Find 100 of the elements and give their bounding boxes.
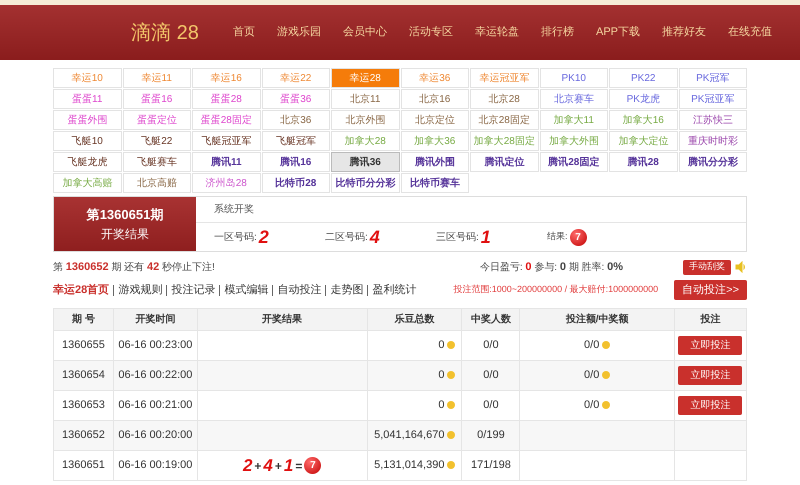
game-tab[interactable]: 蛋蛋外围	[53, 110, 122, 130]
game-tab[interactable]: 飞艇22	[122, 131, 191, 151]
game-tab[interactable]: PK22	[609, 68, 678, 88]
game-tab[interactable]: 腾讯28	[609, 152, 678, 172]
issue-title: 第1360651期	[86, 206, 164, 224]
nav-link[interactable]: 游戏规则	[118, 282, 162, 298]
bet-amount: 0/0	[584, 399, 600, 412]
coin-icon	[447, 371, 456, 380]
countdown-text: 第 1360652 期 还有 42 秒停止下注!	[53, 260, 215, 275]
column-header: 开奖结果	[197, 308, 368, 330]
nav-link[interactable]: 自动投注	[277, 282, 322, 298]
nav-link[interactable]: 首页	[222, 24, 266, 41]
game-tab[interactable]: 重庆时时彩	[678, 131, 747, 151]
game-tab[interactable]: 蛋蛋28固定	[192, 110, 260, 130]
game-tab[interactable]: 腾讯定位	[470, 152, 538, 172]
nav-link[interactable]: 投注记录	[171, 282, 216, 298]
coin-icon	[602, 401, 610, 410]
game-tab[interactable]: 腾讯36	[331, 152, 400, 172]
game-tab[interactable]: 腾讯外围	[400, 152, 469, 172]
game-tab[interactable]: 北京28固定	[470, 110, 538, 130]
coin-icon	[447, 431, 456, 440]
nav-link[interactable]: APP下载	[585, 24, 652, 41]
game-tab[interactable]: 北京11	[331, 89, 400, 109]
result-label: 结果:	[547, 230, 568, 244]
game-tab[interactable]: 蛋蛋28	[192, 89, 260, 109]
game-tab[interactable]: 比特币赛车	[400, 173, 469, 193]
nav-link[interactable]: 幸运28首页	[53, 282, 110, 298]
bean-amount: 0	[438, 369, 444, 382]
zone-label: 一区号码:	[214, 230, 257, 244]
game-tab[interactable]: 加拿大定位	[609, 131, 678, 151]
zone-label: 二区号码:	[325, 230, 368, 244]
game-tab[interactable]: 飞艇10	[53, 131, 122, 151]
nav-link[interactable]: 盈利统计	[372, 282, 416, 298]
game-tab[interactable]: PK10	[540, 68, 608, 88]
result-caption: 开奖结果	[101, 226, 149, 243]
game-tab[interactable]: 腾讯分分彩	[678, 152, 747, 172]
result-number: 1	[284, 454, 294, 477]
game-tab[interactable]: 蛋蛋36	[262, 89, 330, 109]
game-tab[interactable]: 北京赛车	[540, 89, 608, 109]
game-tab[interactable]: PK冠军	[678, 68, 747, 88]
nav-link[interactable]: 游戏乐园	[266, 24, 332, 41]
bet-range-text: 投注范围:1000~200000000 / 最大赔付:1000000000	[453, 283, 658, 296]
game-tab[interactable]: 北京16	[400, 89, 469, 109]
game-tab[interactable]: 腾讯28固定	[540, 152, 608, 172]
nav-link[interactable]: 在线充值	[717, 24, 784, 41]
game-tab[interactable]: 比特币28	[262, 173, 330, 193]
game-tab[interactable]: 江苏快三	[678, 110, 747, 130]
auto-bet-button[interactable]: 自动投注>>	[674, 280, 747, 300]
game-tab[interactable]: 加拿大28	[331, 131, 400, 151]
game-tab[interactable]: 蛋蛋11	[53, 89, 122, 109]
game-tab[interactable]: 幸运28	[331, 68, 400, 88]
draw-mode: 系统开奖	[214, 202, 254, 217]
table-cell: 171/198	[462, 450, 520, 480]
game-tab[interactable]: 加拿大16	[609, 110, 678, 130]
game-tab[interactable]: 加拿大11	[540, 110, 608, 130]
speaker-icon[interactable]	[735, 261, 747, 273]
result-number: 2	[242, 454, 252, 477]
zone-number: 2	[258, 226, 269, 248]
game-tab[interactable]: 济州岛28	[192, 173, 260, 193]
game-tab[interactable]: 北京定位	[400, 110, 469, 130]
bean-amount: 5,041,164,670	[374, 429, 444, 442]
game-tab[interactable]: 蛋蛋定位	[122, 110, 191, 130]
table-cell: 1360651	[54, 450, 114, 480]
game-tab[interactable]: 北京高赔	[122, 173, 191, 193]
nav-link[interactable]: 推荐好友	[651, 24, 718, 41]
game-tab[interactable]: 飞艇赛车	[122, 152, 191, 172]
nav-link[interactable]: 走势图	[330, 282, 364, 298]
game-tab[interactable]: 加拿大28固定	[470, 131, 538, 151]
game-tab[interactable]: 北京外围	[331, 110, 400, 130]
game-tab[interactable]: PK冠亚军	[678, 89, 747, 109]
equals-sign: =	[295, 458, 302, 474]
nav-link[interactable]: 幸运轮盘	[464, 24, 530, 41]
game-tab[interactable]: PK龙虎	[609, 89, 678, 109]
nav-link[interactable]: 会员中心	[332, 24, 398, 41]
game-tab[interactable]: 加拿大高赔	[53, 173, 122, 193]
bet-now-button[interactable]: 立即投注	[678, 336, 742, 355]
game-tab[interactable]: 飞艇冠军	[262, 131, 330, 151]
game-tab[interactable]: 腾讯11	[192, 152, 260, 172]
game-tab[interactable]: 加拿大外围	[540, 131, 608, 151]
result-number: 4	[263, 454, 273, 477]
bet-now-button[interactable]: 立即投注	[678, 366, 742, 385]
bet-amount: 0/0	[584, 339, 600, 352]
game-tab[interactable]: 比特币分分彩	[331, 173, 400, 193]
nav-link[interactable]: 排行榜	[530, 24, 585, 41]
stats-text: 今日盈亏: 0 参与: 0 期 胜率: 0%	[480, 260, 623, 275]
game-tab[interactable]: 加拿大36	[400, 131, 469, 151]
nav-link[interactable]: 活动专区	[398, 24, 464, 41]
game-tab[interactable]: 腾讯16	[262, 152, 330, 172]
game-tab[interactable]: 北京36	[262, 110, 330, 130]
coin-icon	[447, 461, 456, 470]
nav-link[interactable]: 模式编辑	[224, 282, 268, 298]
bean-amount: 5,131,014,390	[374, 459, 444, 472]
game-tab[interactable]: 北京28	[470, 89, 538, 109]
manual-draw-button[interactable]: 手动刮奖	[683, 260, 731, 274]
logo[interactable]: 滴滴 28	[131, 22, 199, 42]
game-tab[interactable]: 飞艇冠亚军	[192, 131, 260, 151]
game-tab[interactable]: 蛋蛋16	[122, 89, 191, 109]
game-tab[interactable]: 飞艇龙虎	[53, 152, 122, 172]
bet-now-button[interactable]: 立即投注	[678, 396, 742, 415]
zone-label: 三区号码:	[436, 230, 479, 244]
